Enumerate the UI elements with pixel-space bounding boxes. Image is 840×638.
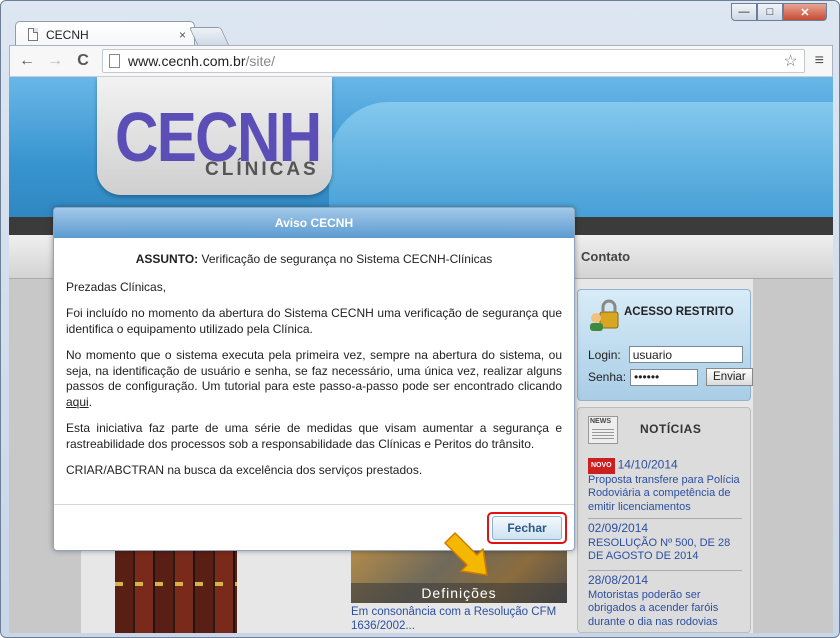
login-label: Login: xyxy=(588,347,621,362)
pointer-arrow-icon xyxy=(444,532,488,576)
url-host: www.cecnh.com.br xyxy=(128,53,246,69)
paragraph-2: No momento que o sistema executa pela pr… xyxy=(66,348,562,410)
forward-arrow-icon[interactable]: → xyxy=(46,52,64,70)
news-divider xyxy=(588,570,742,571)
greeting-text: Prezadas Clínicas, xyxy=(66,279,167,294)
news-text: Proposta transfere para Polícia Rodoviár… xyxy=(588,473,740,513)
login-input[interactable] xyxy=(628,346,743,363)
newspaper-icon xyxy=(588,416,618,444)
dialog-body: ASSUNTO: Verificação de segurança no Sis… xyxy=(54,238,574,479)
dialog-title: Aviso CECNH xyxy=(54,208,574,238)
password-label: Senha: xyxy=(588,370,627,384)
news-title: NOTÍCIAS xyxy=(640,422,702,436)
news-item[interactable]: 28/08/2014 Motoristas poderão ser obriga… xyxy=(588,573,746,629)
site-logo[interactable]: CECNH CLÍNICAS xyxy=(97,77,332,195)
close-tab-icon[interactable]: × xyxy=(179,28,186,42)
tab-strip: CECNH × xyxy=(9,13,833,47)
login-user-row: Login: xyxy=(588,346,743,363)
news-item[interactable]: 02/09/2014 RESOLUÇÃO Nº 500, DE 28 DE AG… xyxy=(588,521,746,564)
login-title: ACESSO RESTRITO xyxy=(624,306,734,318)
tab-cecnh[interactable]: CECNH × xyxy=(15,21,195,47)
assunto-text: Verificação de segurança no Sistema CECN… xyxy=(198,252,493,266)
news-date: 28/08/2014 xyxy=(588,573,649,587)
definicoes-link[interactable]: Em consonância com a Resolução CFM 1636/… xyxy=(351,605,567,633)
address-bar[interactable]: www.cecnh.com.br/site/ ☆ xyxy=(102,49,805,73)
paragraph-3: Esta iniciativa faz parte de uma série d… xyxy=(66,421,562,451)
news-text: Motoristas poderão ser obrigados a acend… xyxy=(588,588,719,628)
window-controls: — □ ✕ xyxy=(731,3,827,21)
menu-item-contato[interactable]: Contato xyxy=(581,249,630,264)
page-viewport: CECNH CLÍNICAS Contato ACESSO RESTRITO L… xyxy=(9,77,833,633)
tab-title: CECNH xyxy=(46,27,89,42)
browser-window: CECNH × — □ ✕ ← → C www.cecnh.com.br/sit… xyxy=(0,0,840,638)
page-icon xyxy=(28,28,38,41)
header-decoration xyxy=(329,102,833,222)
fechar-button[interactable]: Fechar xyxy=(492,516,562,540)
user-lock-icon xyxy=(590,299,619,331)
password-input[interactable] xyxy=(630,368,699,386)
maximize-button[interactable]: □ xyxy=(757,3,783,21)
assunto-line: ASSUNTO: Verificação de segurança no Sis… xyxy=(66,252,562,268)
enviar-button[interactable]: Enviar xyxy=(706,368,753,386)
news-date: 14/10/2014 xyxy=(617,457,678,472)
news-item[interactable]: NOVO 14/10/2014 Proposta transfere para P… xyxy=(588,458,746,514)
new-badge: NOVO xyxy=(588,458,615,474)
paragraph-2-text: No momento que o sistema executa pela pr… xyxy=(66,348,562,393)
news-divider xyxy=(588,518,742,519)
paragraph-2-end: . xyxy=(88,394,93,409)
books-image-detail xyxy=(115,582,237,586)
books-image[interactable] xyxy=(115,547,237,633)
assunto-label: ASSUNTO: xyxy=(135,252,199,266)
login-pass-row: Senha: Enviar xyxy=(588,368,753,386)
login-panel: ACESSO RESTRITO Login: Senha: Enviar xyxy=(577,289,753,401)
close-window-button[interactable]: ✕ xyxy=(783,3,827,21)
dialog-footer: Fechar xyxy=(54,504,574,550)
minimize-button[interactable]: — xyxy=(731,3,757,21)
url-path: /site/ xyxy=(245,53,276,69)
bookmark-star-icon[interactable]: ☆ xyxy=(783,51,797,71)
news-text: RESOLUÇÃO Nº 500, DE 28 DE AGOSTO DE 201… xyxy=(588,536,731,563)
news-panel: NOTÍCIAS NOVO14/10/2014 Proposta transfe… xyxy=(577,407,751,633)
browser-toolbar: ← → C www.cecnh.com.br/site/ ☆ ≡ xyxy=(9,45,833,77)
page-icon xyxy=(109,54,120,68)
tutorial-link[interactable]: aqui xyxy=(66,395,89,409)
definicoes-caption: Definições xyxy=(351,583,567,603)
news-date: 02/09/2014 xyxy=(588,521,649,535)
reload-icon[interactable]: C xyxy=(74,52,92,70)
browser-menu-icon[interactable]: ≡ xyxy=(815,52,824,70)
paragraph-4: CRIAR/ABCTRAN na busca da excelência dos… xyxy=(66,463,423,477)
logo-subtitle: CLÍNICAS xyxy=(205,159,319,180)
aviso-dialog: Aviso CECNH ASSUNTO: Verificação de segu… xyxy=(53,207,575,551)
back-arrow-icon[interactable]: ← xyxy=(18,52,36,70)
paragraph-1: Foi incluído no momento da abertura do S… xyxy=(66,306,562,336)
